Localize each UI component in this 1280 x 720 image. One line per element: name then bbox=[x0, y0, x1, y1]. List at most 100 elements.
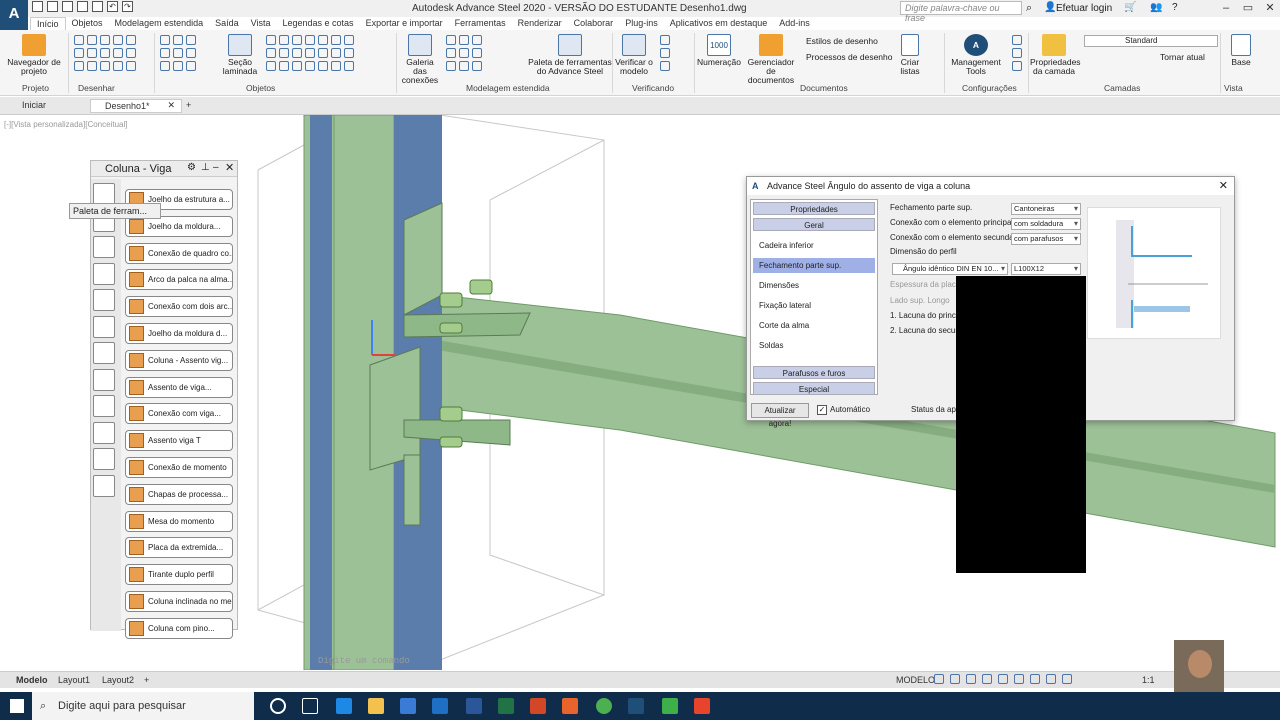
grid-line-icon[interactable] bbox=[173, 61, 183, 71]
nav-item-selected[interactable]: Fechamento parte sup. bbox=[753, 258, 875, 273]
cortana-icon[interactable] bbox=[270, 698, 286, 714]
selection-toggle-icon[interactable] bbox=[1030, 674, 1040, 684]
help-icon[interactable]: ? bbox=[1172, 2, 1178, 13]
taskbar-search[interactable]: ⌕ Digite aqui para pesquisar bbox=[32, 692, 254, 720]
palette-item[interactable]: Tirante duplo perfil bbox=[125, 564, 233, 586]
undo-icon[interactable]: ↶ bbox=[107, 1, 118, 12]
grid-toggle-icon[interactable] bbox=[934, 674, 944, 684]
nav-item[interactable]: Corte da alma bbox=[753, 318, 875, 333]
tab-drawing1[interactable]: Desenho1* ✕ bbox=[90, 99, 182, 113]
beam-icon[interactable] bbox=[160, 35, 170, 45]
palette-item[interactable]: Conexão de quadro co... bbox=[125, 242, 233, 264]
tool-palette-button[interactable]: Paleta de ferramentas do Advance Steel bbox=[528, 34, 612, 76]
windows-start-icon[interactable] bbox=[10, 699, 24, 713]
camtasia-icon[interactable] bbox=[662, 698, 678, 714]
dialog-close-button[interactable]: ✕ bbox=[1219, 177, 1228, 195]
close-tab-icon[interactable]: ✕ bbox=[167, 100, 175, 111]
palette-item[interactable]: Conexão com dois arc... bbox=[125, 296, 233, 318]
recorder-icon[interactable] bbox=[694, 698, 710, 714]
drawing-styles-button[interactable]: Estilos de desenho bbox=[806, 36, 878, 46]
palette-item[interactable]: Arco da palca na alma... bbox=[125, 269, 233, 291]
mail-icon[interactable] bbox=[432, 698, 448, 714]
ribbon-tab[interactable]: Legendas e cotas bbox=[277, 17, 360, 30]
swap-icon[interactable] bbox=[93, 448, 115, 470]
palette-item[interactable]: Conexão com viga... bbox=[125, 403, 233, 425]
print-icon[interactable] bbox=[92, 1, 103, 12]
snap-toggle-icon[interactable] bbox=[950, 674, 960, 684]
palette-item[interactable]: Coluna - Assento vig... bbox=[125, 349, 233, 371]
account-icon[interactable]: 👥 bbox=[1150, 2, 1162, 13]
chrome-icon[interactable] bbox=[596, 698, 612, 714]
tab-layout2[interactable]: Layout2 bbox=[102, 675, 134, 685]
close-icon[interactable]: ✕ bbox=[225, 161, 234, 174]
ribbon-tab[interactable]: Renderizar bbox=[512, 17, 568, 30]
nav-special[interactable]: Especial bbox=[753, 382, 875, 395]
redo-icon[interactable]: ↷ bbox=[122, 1, 133, 12]
ribbon-tab[interactable]: Add-ins bbox=[773, 17, 816, 30]
verify-model-button[interactable]: Verificar o modelo bbox=[614, 34, 654, 76]
word-icon[interactable] bbox=[466, 698, 482, 714]
palette-item[interactable]: Mesa do momento bbox=[125, 510, 233, 532]
cart-icon[interactable]: 🛒 bbox=[1124, 2, 1136, 13]
settings-icon[interactable]: ⚙ bbox=[187, 162, 196, 173]
tool-icon[interactable] bbox=[93, 474, 115, 497]
ribbon-tab[interactable]: Modelagem estendida bbox=[109, 17, 210, 30]
user-icon[interactable]: 👤 bbox=[1044, 2, 1056, 13]
new-icon[interactable] bbox=[32, 1, 43, 12]
make-current-button[interactable]: Tornar atual bbox=[1160, 52, 1205, 62]
drawing-processes-button[interactable]: Processos de desenho bbox=[806, 52, 892, 62]
ribbon-tab[interactable]: Colaborar bbox=[568, 17, 620, 30]
spline-icon[interactable] bbox=[113, 35, 123, 45]
nav-item[interactable]: Cadeira inferior bbox=[753, 238, 875, 253]
ribbon-tab[interactable]: Exportar e importar bbox=[360, 17, 449, 30]
connection-gallery-button[interactable]: Galeria das conexões bbox=[400, 34, 440, 85]
annotation-toggle-icon[interactable] bbox=[1046, 674, 1056, 684]
management-tools-button[interactable]: A Management Tools bbox=[948, 34, 1004, 76]
task-view-icon[interactable] bbox=[302, 698, 318, 714]
signin-link[interactable]: Efetuar login bbox=[1056, 3, 1112, 14]
nav-properties[interactable]: Propriedades bbox=[753, 202, 875, 215]
favorite-icon[interactable] bbox=[93, 183, 115, 205]
arc-icon[interactable] bbox=[87, 35, 97, 45]
grid-icon[interactable] bbox=[126, 35, 136, 45]
column-beam-icon[interactable] bbox=[93, 236, 115, 258]
nav-item[interactable]: Fixação lateral bbox=[753, 298, 875, 313]
automatic-checkbox[interactable]: ✓ bbox=[817, 405, 827, 415]
nav-bolts[interactable]: Parafusos e furos bbox=[753, 366, 875, 379]
project-navigator-button[interactable]: Navegador de projeto bbox=[4, 34, 64, 76]
create-lists-button[interactable]: Criar listas bbox=[896, 34, 924, 76]
region-icon[interactable] bbox=[126, 61, 136, 71]
ribbon-tab[interactable]: Início bbox=[30, 17, 66, 30]
advance-steel-icon[interactable] bbox=[628, 698, 644, 714]
rectangle-icon[interactable] bbox=[74, 48, 84, 58]
palette-item[interactable]: Joelho da moldura d... bbox=[125, 323, 233, 344]
nav-item[interactable]: Soldas bbox=[753, 338, 875, 353]
model-space-label[interactable]: MODELO bbox=[896, 675, 935, 685]
palette-item[interactable]: Chapas de processa... bbox=[125, 483, 233, 505]
bracing-icon[interactable] bbox=[93, 289, 115, 311]
ellipse-icon[interactable] bbox=[100, 48, 110, 58]
ribbon-tab[interactable]: Plug-ins bbox=[619, 17, 664, 30]
line-icon[interactable] bbox=[74, 35, 84, 45]
scale-label[interactable]: 1:1 bbox=[1142, 675, 1155, 685]
maximize-button[interactable]: ▭ bbox=[1238, 1, 1258, 15]
weld-icon[interactable] bbox=[173, 48, 183, 58]
tab-layout1[interactable]: Layout1 bbox=[58, 675, 90, 685]
binoculars-icon[interactable]: ⌕ bbox=[1026, 2, 1032, 15]
ribbon-tab[interactable]: Ferramentas bbox=[449, 17, 512, 30]
palette-item[interactable]: Coluna com pino... bbox=[125, 617, 233, 639]
palette-item[interactable]: Conexão de momento bbox=[125, 457, 233, 478]
top-closure-select[interactable]: Cantoneiras bbox=[1011, 203, 1081, 215]
search-input[interactable]: Digite palavra-chave ou frase bbox=[900, 1, 1022, 23]
box-icon[interactable] bbox=[87, 61, 97, 71]
minimize-button[interactable]: – bbox=[1216, 1, 1236, 15]
ribbon-tab[interactable]: Objetos bbox=[66, 17, 109, 30]
stud-icon[interactable] bbox=[186, 61, 196, 71]
powerpoint-icon[interactable] bbox=[530, 698, 546, 714]
dialog-titlebar[interactable]: A Advance Steel Ângulo do assento de vig… bbox=[747, 177, 1234, 195]
palette-item[interactable]: Placa da extremida... bbox=[125, 537, 233, 559]
base-view-button[interactable]: Base bbox=[1226, 34, 1256, 67]
doc-manager-button[interactable]: Gerenciador de documentos bbox=[742, 34, 800, 85]
profile-size-select[interactable]: L100X12 bbox=[1011, 263, 1081, 275]
pipe-icon[interactable] bbox=[93, 368, 115, 391]
